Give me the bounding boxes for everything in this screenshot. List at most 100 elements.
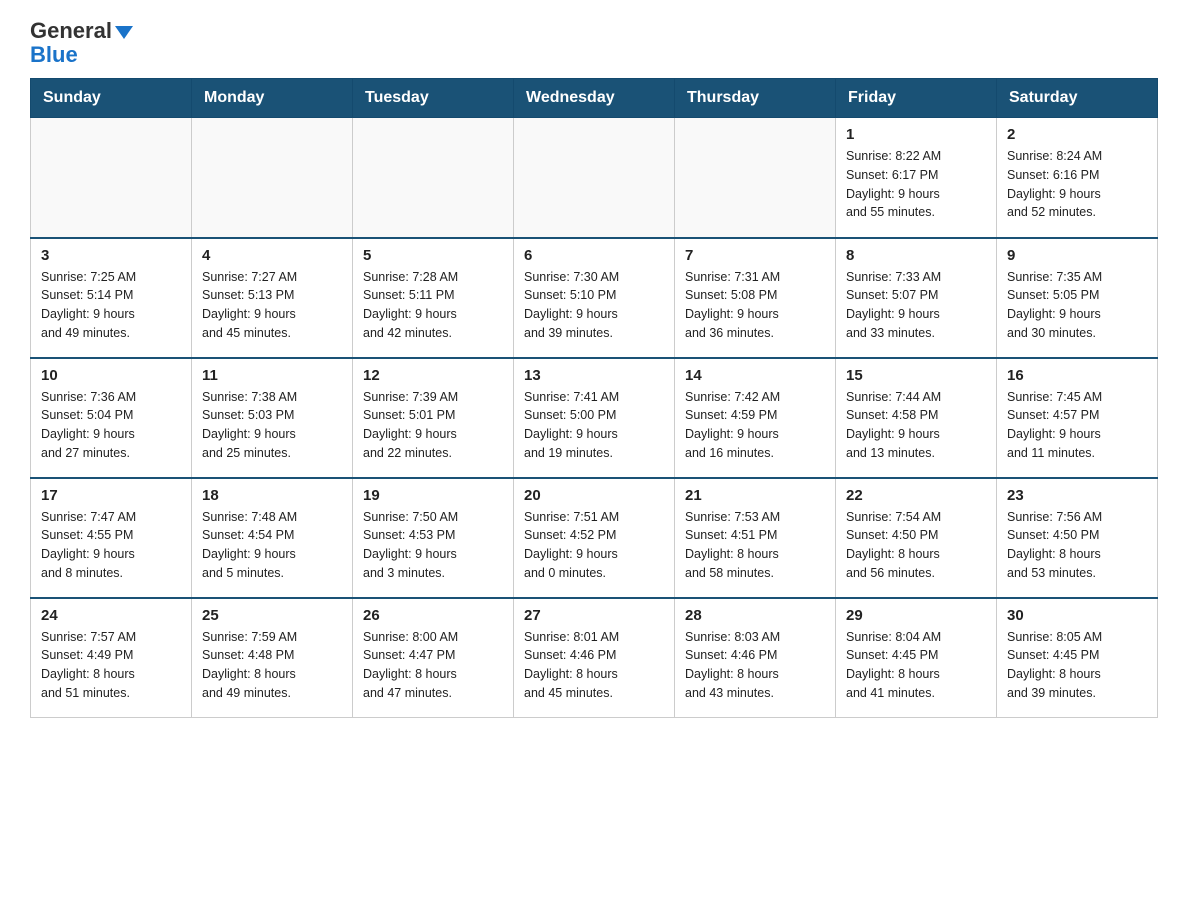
weekday-header-sunday: Sunday — [31, 79, 192, 118]
day-number: 21 — [685, 487, 825, 504]
day-number: 29 — [846, 607, 986, 624]
day-info: Sunrise: 7:38 AM Sunset: 5:03 PM Dayligh… — [202, 388, 342, 463]
calendar-day-cell: 1 Sunrise: 8:22 AM Sunset: 6:17 PM Daylig… — [836, 118, 997, 238]
day-info: Sunrise: 8:24 AM Sunset: 6:16 PM Dayligh… — [1007, 147, 1147, 222]
calendar-day-cell: 16 Sunrise: 7:45 AM Sunset: 4:57 PM Dayli… — [997, 358, 1158, 478]
day-info: Sunrise: 8:05 AM Sunset: 4:45 PM Dayligh… — [1007, 628, 1147, 703]
day-number: 28 — [685, 607, 825, 624]
day-number: 8 — [846, 247, 986, 264]
calendar-day-cell: 30 Sunrise: 8:05 AM Sunset: 4:45 PM Dayli… — [997, 598, 1158, 718]
calendar-week-row: 10Sunrise: 7:36 AM Sunset: 5:04 PM Dayli… — [31, 358, 1158, 478]
day-number: 6 — [524, 247, 664, 264]
day-number: 22 — [846, 487, 986, 504]
day-number: 19 — [363, 487, 503, 504]
day-number: 7 — [685, 247, 825, 264]
calendar-day-cell: 6 Sunrise: 7:30 AM Sunset: 5:10 PM Daylig… — [514, 238, 675, 358]
weekday-header-row: SundayMondayTuesdayWednesdayThursdayFrid… — [31, 79, 1158, 118]
calendar-day-cell: 7 Sunrise: 7:31 AM Sunset: 5:08 PM Daylig… — [675, 238, 836, 358]
day-info: Sunrise: 8:04 AM Sunset: 4:45 PM Dayligh… — [846, 628, 986, 703]
day-info: Sunrise: 7:56 AM Sunset: 4:50 PM Dayligh… — [1007, 508, 1147, 583]
day-number: 4 — [202, 247, 342, 264]
calendar-week-row: 3Sunrise: 7:25 AM Sunset: 5:14 PM Daylig… — [31, 238, 1158, 358]
calendar-day-cell: 8 Sunrise: 7:33 AM Sunset: 5:07 PM Daylig… — [836, 238, 997, 358]
calendar-day-cell: 13 Sunrise: 7:41 AM Sunset: 5:00 PM Dayli… — [514, 358, 675, 478]
calendar-day-cell: 17 Sunrise: 7:47 AM Sunset: 4:55 PM Dayli… — [31, 478, 192, 598]
day-info: Sunrise: 7:35 AM Sunset: 5:05 PM Dayligh… — [1007, 268, 1147, 343]
day-number: 2 — [1007, 126, 1147, 143]
logo-blue: Blue — [30, 42, 78, 67]
day-info: Sunrise: 7:54 AM Sunset: 4:50 PM Dayligh… — [846, 508, 986, 583]
day-number: 15 — [846, 367, 986, 384]
weekday-header-saturday: Saturday — [997, 79, 1158, 118]
day-info: Sunrise: 7:47 AM Sunset: 4:55 PM Dayligh… — [41, 508, 181, 583]
calendar-day-cell: 14Sunrise: 7:42 AM Sunset: 4:59 PM Dayli… — [675, 358, 836, 478]
calendar-day-cell: 19 Sunrise: 7:50 AM Sunset: 4:53 PM Dayli… — [353, 478, 514, 598]
day-info: Sunrise: 8:00 AM Sunset: 4:47 PM Dayligh… — [363, 628, 503, 703]
day-number: 23 — [1007, 487, 1147, 504]
calendar-day-cell — [31, 118, 192, 238]
logo-triangle-icon — [115, 26, 133, 39]
calendar-day-cell: 10Sunrise: 7:36 AM Sunset: 5:04 PM Dayli… — [31, 358, 192, 478]
calendar-week-row: 1 Sunrise: 8:22 AM Sunset: 6:17 PM Daylig… — [31, 118, 1158, 238]
calendar-day-cell: 3Sunrise: 7:25 AM Sunset: 5:14 PM Daylig… — [31, 238, 192, 358]
calendar-week-row: 24 Sunrise: 7:57 AM Sunset: 4:49 PM Dayli… — [31, 598, 1158, 718]
day-number: 16 — [1007, 367, 1147, 384]
logo-general: General — [30, 20, 112, 42]
weekday-header-monday: Monday — [192, 79, 353, 118]
day-info: Sunrise: 7:27 AM Sunset: 5:13 PM Dayligh… — [202, 268, 342, 343]
day-number: 17 — [41, 487, 181, 504]
calendar-day-cell — [353, 118, 514, 238]
calendar-day-cell: 28Sunrise: 8:03 AM Sunset: 4:46 PM Dayli… — [675, 598, 836, 718]
calendar-day-cell: 24 Sunrise: 7:57 AM Sunset: 4:49 PM Dayli… — [31, 598, 192, 718]
day-info: Sunrise: 7:51 AM Sunset: 4:52 PM Dayligh… — [524, 508, 664, 583]
day-number: 26 — [363, 607, 503, 624]
calendar-day-cell: 22 Sunrise: 7:54 AM Sunset: 4:50 PM Dayli… — [836, 478, 997, 598]
calendar-day-cell: 18 Sunrise: 7:48 AM Sunset: 4:54 PM Dayli… — [192, 478, 353, 598]
day-info: Sunrise: 7:30 AM Sunset: 5:10 PM Dayligh… — [524, 268, 664, 343]
weekday-header-friday: Friday — [836, 79, 997, 118]
day-info: Sunrise: 7:41 AM Sunset: 5:00 PM Dayligh… — [524, 388, 664, 463]
day-info: Sunrise: 7:45 AM Sunset: 4:57 PM Dayligh… — [1007, 388, 1147, 463]
day-info: Sunrise: 7:31 AM Sunset: 5:08 PM Dayligh… — [685, 268, 825, 343]
day-info: Sunrise: 7:39 AM Sunset: 5:01 PM Dayligh… — [363, 388, 503, 463]
calendar-week-row: 17 Sunrise: 7:47 AM Sunset: 4:55 PM Dayli… — [31, 478, 1158, 598]
header: General Blue — [30, 20, 1158, 68]
day-info: Sunrise: 7:33 AM Sunset: 5:07 PM Dayligh… — [846, 268, 986, 343]
day-number: 27 — [524, 607, 664, 624]
calendar-day-cell: 11 Sunrise: 7:38 AM Sunset: 5:03 PM Dayli… — [192, 358, 353, 478]
calendar-day-cell: 9Sunrise: 7:35 AM Sunset: 5:05 PM Daylig… — [997, 238, 1158, 358]
calendar-day-cell: 21 Sunrise: 7:53 AM Sunset: 4:51 PM Dayli… — [675, 478, 836, 598]
logo: General Blue — [30, 20, 133, 68]
day-number: 1 — [846, 126, 986, 143]
day-number: 20 — [524, 487, 664, 504]
weekday-header-wednesday: Wednesday — [514, 79, 675, 118]
day-info: Sunrise: 7:57 AM Sunset: 4:49 PM Dayligh… — [41, 628, 181, 703]
calendar-table: SundayMondayTuesdayWednesdayThursdayFrid… — [30, 78, 1158, 718]
calendar-day-cell: 4 Sunrise: 7:27 AM Sunset: 5:13 PM Daylig… — [192, 238, 353, 358]
calendar-day-cell: 29 Sunrise: 8:04 AM Sunset: 4:45 PM Dayli… — [836, 598, 997, 718]
day-number: 18 — [202, 487, 342, 504]
day-number: 13 — [524, 367, 664, 384]
calendar-day-cell: 20 Sunrise: 7:51 AM Sunset: 4:52 PM Dayli… — [514, 478, 675, 598]
calendar-day-cell: 26 Sunrise: 8:00 AM Sunset: 4:47 PM Dayli… — [353, 598, 514, 718]
day-info: Sunrise: 7:53 AM Sunset: 4:51 PM Dayligh… — [685, 508, 825, 583]
day-info: Sunrise: 7:44 AM Sunset: 4:58 PM Dayligh… — [846, 388, 986, 463]
day-number: 24 — [41, 607, 181, 624]
day-info: Sunrise: 8:22 AM Sunset: 6:17 PM Dayligh… — [846, 147, 986, 222]
day-number: 11 — [202, 367, 342, 384]
day-number: 25 — [202, 607, 342, 624]
day-info: Sunrise: 8:01 AM Sunset: 4:46 PM Dayligh… — [524, 628, 664, 703]
day-number: 30 — [1007, 607, 1147, 624]
day-info: Sunrise: 7:50 AM Sunset: 4:53 PM Dayligh… — [363, 508, 503, 583]
weekday-header-tuesday: Tuesday — [353, 79, 514, 118]
day-info: Sunrise: 7:28 AM Sunset: 5:11 PM Dayligh… — [363, 268, 503, 343]
day-number: 12 — [363, 367, 503, 384]
day-info: Sunrise: 7:59 AM Sunset: 4:48 PM Dayligh… — [202, 628, 342, 703]
day-number: 10 — [41, 367, 181, 384]
calendar-day-cell — [192, 118, 353, 238]
calendar-day-cell — [514, 118, 675, 238]
day-info: Sunrise: 7:48 AM Sunset: 4:54 PM Dayligh… — [202, 508, 342, 583]
day-info: Sunrise: 7:42 AM Sunset: 4:59 PM Dayligh… — [685, 388, 825, 463]
calendar-day-cell: 15 Sunrise: 7:44 AM Sunset: 4:58 PM Dayli… — [836, 358, 997, 478]
calendar-day-cell: 5Sunrise: 7:28 AM Sunset: 5:11 PM Daylig… — [353, 238, 514, 358]
